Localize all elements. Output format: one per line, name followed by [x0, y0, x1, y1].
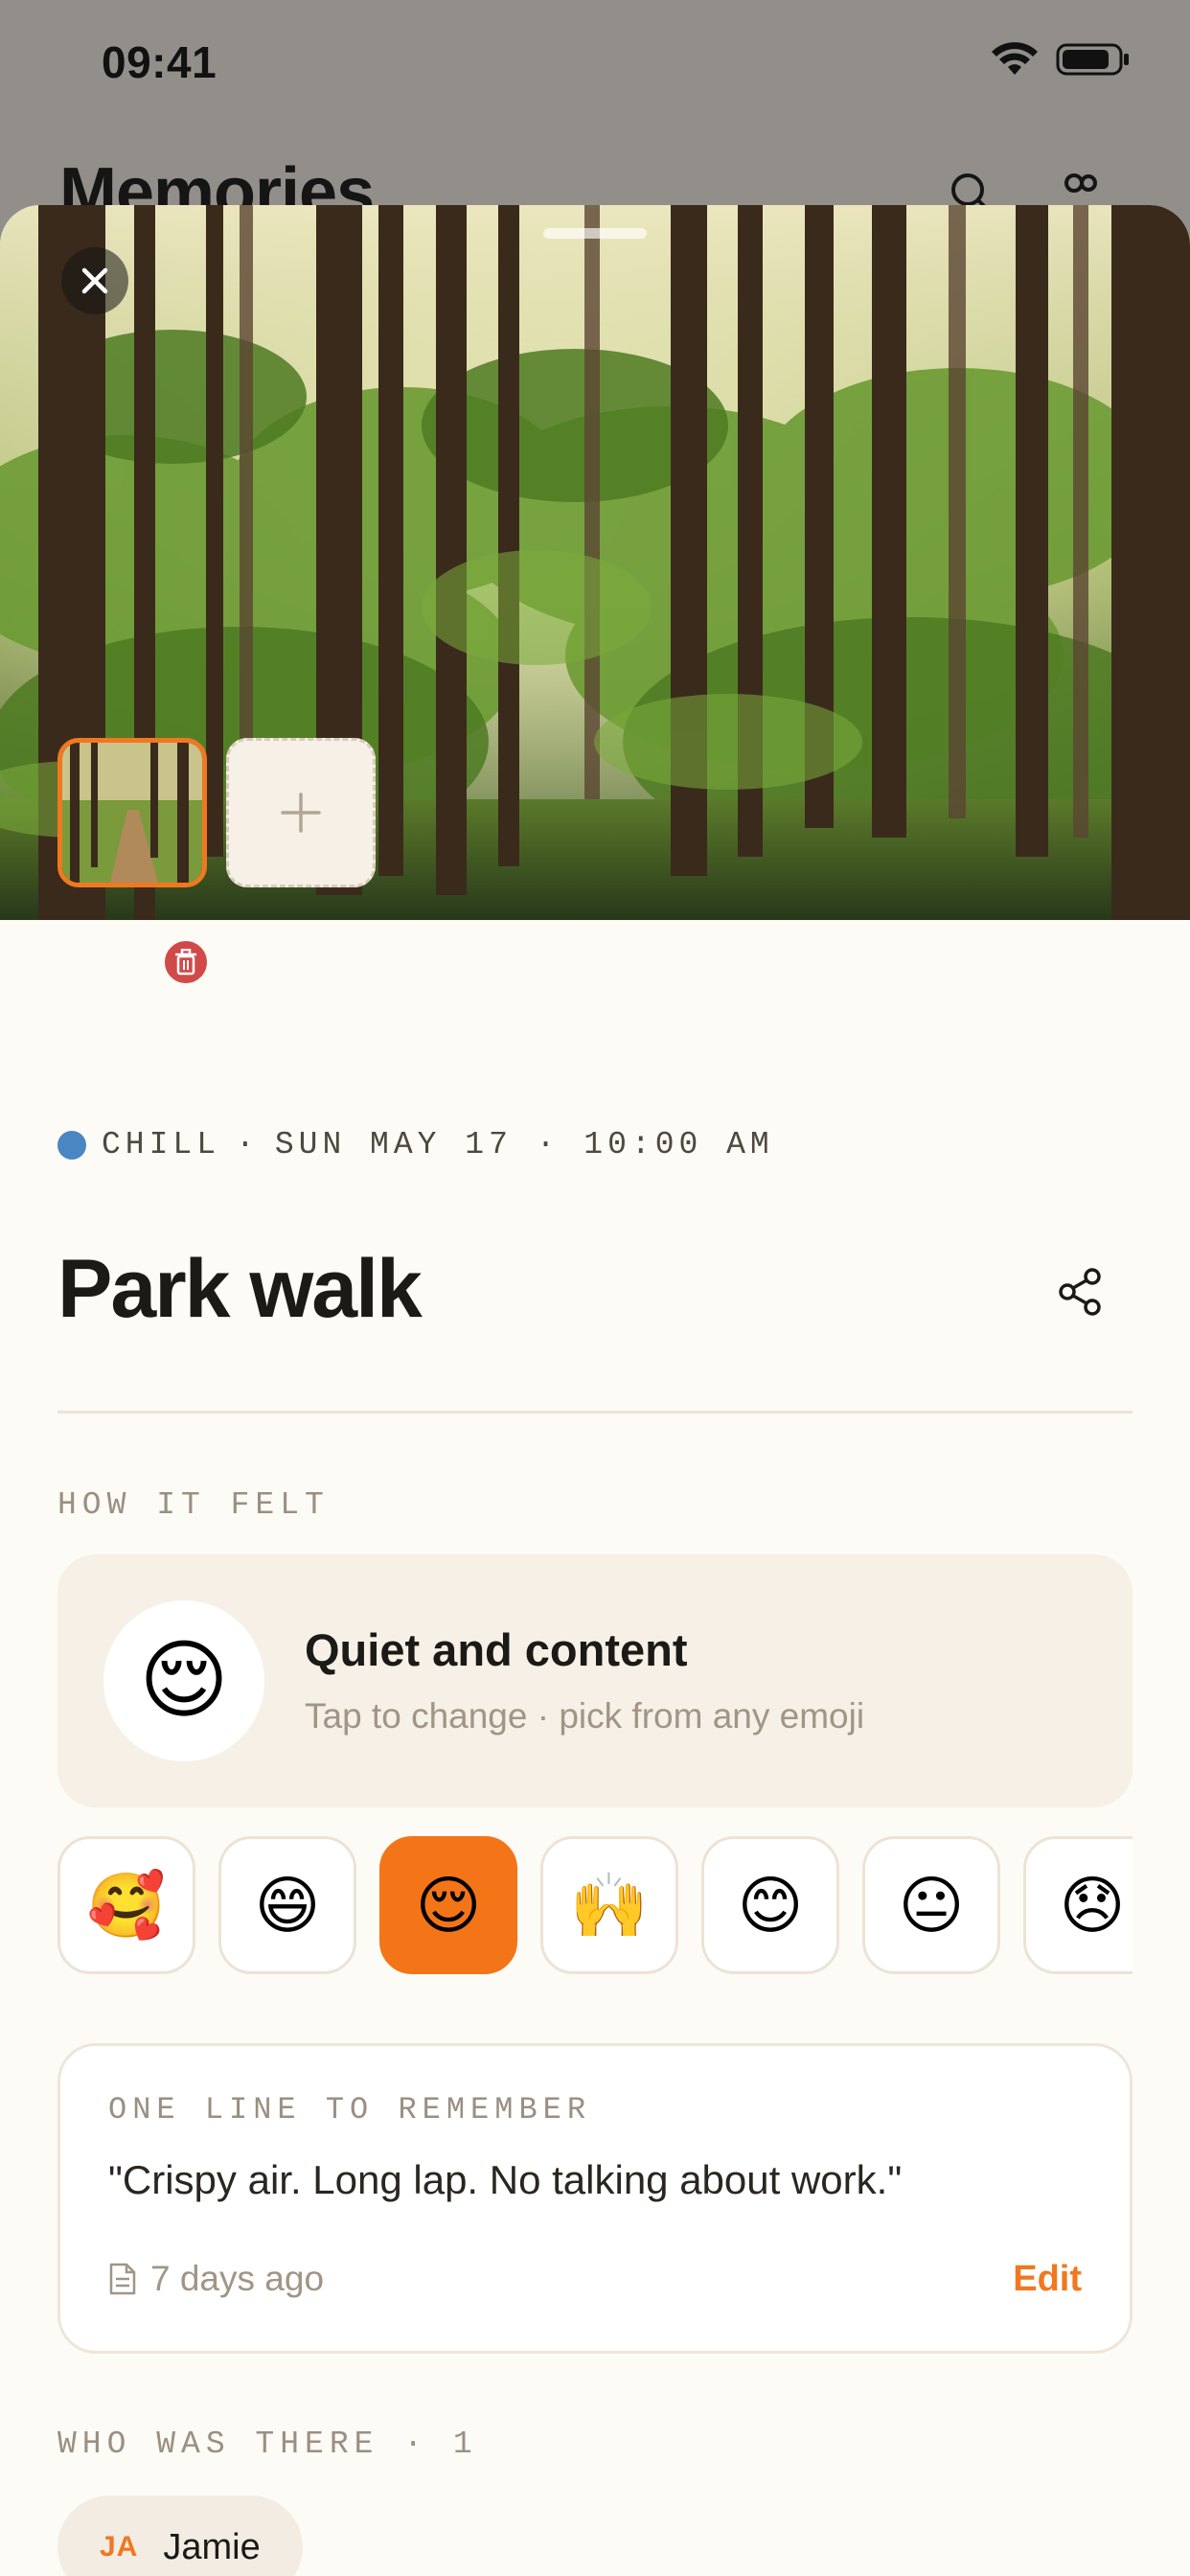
status-icons [991, 42, 1131, 77]
note-icon [109, 2263, 136, 2295]
delete-photo-button[interactable] [161, 937, 211, 987]
mood-subtitle: Tap to change · pick from any emoji [305, 1696, 865, 1736]
photo-thumbnails [57, 738, 376, 887]
mood-tag: CHILL [102, 1127, 221, 1162]
share-button[interactable] [1050, 1261, 1111, 1322]
who-was-there-label: WHO WAS THERE · 1 [57, 2426, 478, 2462]
emoji-option[interactable]: 😄 [218, 1836, 356, 1974]
add-photo-button[interactable] [226, 738, 376, 887]
emoji-option[interactable]: 😊 [701, 1836, 839, 1974]
one-line-label: ONE LINE TO REMEMBER [108, 2092, 592, 2128]
status-bar: 09:41 [0, 0, 1190, 125]
trash-icon [175, 949, 196, 976]
close-button[interactable] [61, 247, 128, 314]
close-icon [81, 267, 108, 294]
meta-separator: · [236, 1127, 260, 1162]
emoji-option[interactable]: 😞 [1023, 1836, 1133, 1974]
how-it-felt-label: HOW IT FELT [57, 1487, 330, 1523]
share-icon [1059, 1268, 1101, 1316]
sheet-grabber[interactable] [543, 228, 647, 239]
person-name: Jamie [163, 2526, 261, 2567]
divider [57, 1411, 1133, 1414]
emoji-option[interactable]: 🙌 [540, 1836, 678, 1974]
emoji-option[interactable]: 😐 [862, 1836, 1000, 1974]
one-line-meta: 7 days ago [108, 2259, 324, 2299]
thumbnail-image [62, 743, 202, 883]
one-line-timestamp: 7 days ago [150, 2259, 325, 2298]
mood-emoji: 😌 [103, 1600, 264, 1761]
person-initials: JA [100, 2531, 139, 2563]
emoji-picker-row: 🥰 😄 😌 🙌 😊 😐 😞 [57, 1836, 1133, 1976]
mood-card[interactable]: 😌 Quiet and content Tap to change · pick… [57, 1554, 1133, 1807]
emoji-option[interactable]: 🥰 [57, 1836, 195, 1974]
one-line-quote: "Crispy air. Long lap. No talking about … [108, 2157, 903, 2202]
memory-meta: CHILL · SUN MAY 17 · 10:00 AM [57, 1127, 774, 1162]
mood-color-dot [57, 1130, 86, 1160]
mood-title: Quiet and content [305, 1624, 688, 1675]
person-chip[interactable]: JA Jamie [57, 2496, 303, 2576]
one-line-card: ONE LINE TO REMEMBER "Crispy air. Long l… [57, 2043, 1133, 2354]
battery-icon [1056, 43, 1129, 76]
memory-date-time: SUN MAY 17 · 10:00 AM [274, 1127, 774, 1162]
edit-button[interactable]: Edit [1013, 2259, 1082, 2300]
memory-title: Park walk [57, 1243, 423, 1335]
photo-thumbnail[interactable] [57, 738, 207, 887]
status-time: 09:41 [102, 37, 217, 87]
plus-icon [281, 793, 321, 833]
emoji-option-selected[interactable]: 😌 [379, 1836, 517, 1974]
wifi-icon [992, 42, 1038, 75]
